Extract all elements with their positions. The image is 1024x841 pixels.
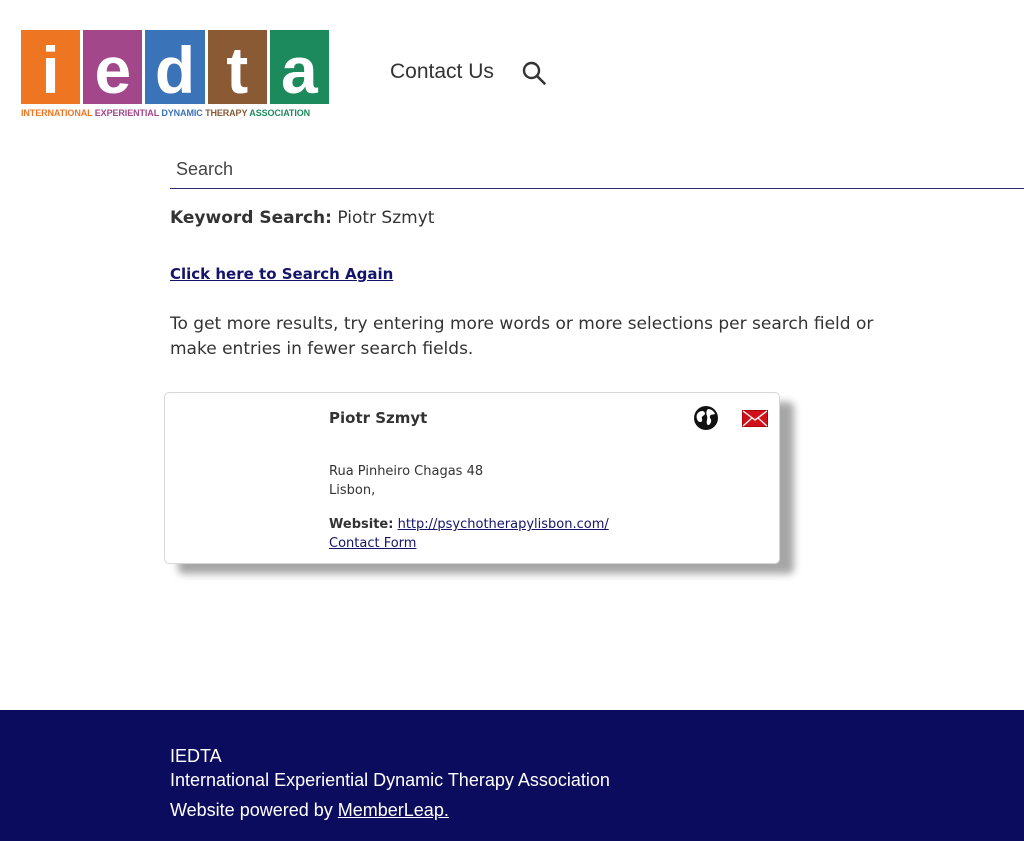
globe-icon[interactable] [693,405,719,431]
logo-tiles: i e d t a [21,30,330,104]
keyword-search: Keyword Search: Piotr Szmyt [170,208,434,228]
logo-word: EXPERIENTIAL [94,108,159,118]
logo-tile: d [145,30,205,104]
contact-us-link[interactable]: Contact Us [390,60,494,84]
logo-tile: t [207,30,267,104]
footer-org-full: International Experiential Dynamic Thera… [170,770,610,790]
website-label: Website: [329,517,394,532]
logo-subtitle: INTERNATIONAL EXPERIENTIAL DYNAMIC THERA… [21,108,329,118]
address-line: Lisbon, [329,483,376,498]
search-again-link[interactable]: Click here to Search Again [170,265,393,283]
result-card: Piotr Szmyt Rua Pinheiro Chagas 48 Lisbo… [164,392,780,564]
result-website: Website: http://psychotherapylisbon.com/ [329,517,609,532]
website-link[interactable]: http://psychotherapylisbon.com/ [398,517,609,532]
powered-by-text: Website powered by [170,800,338,820]
logo-tile: i [21,30,81,104]
footer: IEDTA International Experiential Dynamic… [0,710,1024,841]
logo-word: THERAPY [205,108,248,118]
address-line: Rua Pinheiro Chagas 48 [329,464,484,479]
keyword-value: Piotr Szmyt [337,208,435,228]
result-name: Piotr Szmyt [329,409,428,427]
results-hint: To get more results, try entering more w… [170,314,874,359]
memberleap-link[interactable]: MemberLeap. [338,800,449,820]
search-icon[interactable] [521,60,547,86]
logo-word: DYNAMIC [161,108,203,118]
search-input[interactable] [170,150,1024,189]
logo-tile: e [83,30,143,104]
page: i e d t a INTERNATIONAL EXPERIENTIAL DYN… [0,0,1024,841]
logo-tile: a [269,30,330,104]
footer-org-short: IEDTA [170,746,222,766]
logo-word: INTERNATIONAL [21,108,93,118]
footer-powered-by: Website powered by MemberLeap. [170,800,449,821]
iedta-logo[interactable]: i e d t a INTERNATIONAL EXPERIENTIAL DYN… [21,30,330,118]
mail-icon[interactable] [742,410,768,427]
contact-form-link[interactable]: Contact Form [329,536,416,551]
logo-word: ASSOCIATION [249,108,311,118]
result-address: Rua Pinheiro Chagas 48 Lisbon, [329,462,483,500]
keyword-label: Keyword Search: [170,208,332,228]
